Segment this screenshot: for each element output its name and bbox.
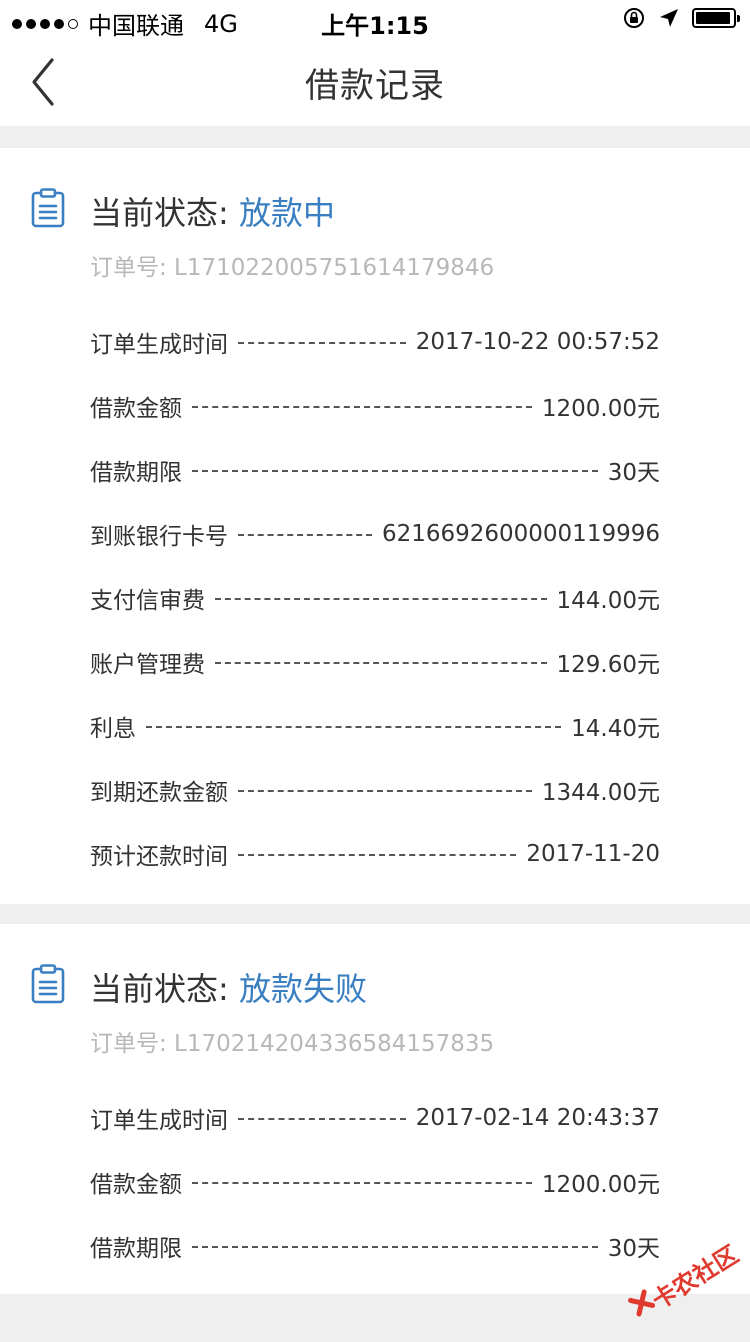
dashed-leader: [192, 1246, 598, 1248]
detail-value: 1200.00元: [541, 396, 660, 422]
detail-row-loan-term: 借款期限 30天: [90, 450, 660, 490]
detail-value: 30天: [607, 1236, 660, 1262]
detail-value: 14.40元: [571, 716, 660, 742]
detail-row-bank-card: 到账银行卡号 6216692600000119996: [90, 514, 660, 554]
current-status: 当前状态: 放款中: [90, 188, 335, 234]
status-value: 放款中: [238, 194, 335, 232]
detail-row-management-fee: 账户管理费 129.60元: [90, 642, 660, 682]
navigation-bar: 借款记录: [0, 40, 750, 126]
detail-label: 到期还款金额: [90, 780, 228, 806]
status-bar: 中国联通 4G 上午1:15: [0, 0, 750, 40]
detail-value: 6216692600000119996: [381, 521, 660, 547]
dashed-leader: [238, 342, 406, 344]
detail-label: 订单生成时间: [90, 332, 228, 358]
detail-row-loan-term: 借款期限 30天: [90, 1226, 660, 1266]
detail-value: 1344.00元: [541, 780, 660, 806]
order-number: 订单号: L171022005751614179846: [90, 255, 495, 281]
detail-row-loan-amount: 借款金额 1200.00元: [90, 386, 660, 426]
dashed-leader: [238, 534, 372, 536]
detail-value: 1200.00元: [541, 1172, 660, 1198]
dashed-leader: [215, 598, 547, 600]
status-value: 放款失败: [238, 970, 367, 1008]
detail-label: 账户管理费: [90, 652, 205, 678]
battery-icon: [692, 8, 740, 28]
detail-value: 2017-02-14 20:43:37: [415, 1105, 660, 1131]
detail-value: 2017-11-20: [526, 841, 660, 867]
loan-record-card: 当前状态: 放款中 订单号: L171022005751614179846 订单…: [0, 148, 750, 904]
detail-label: 借款金额: [90, 396, 182, 422]
status-label: 当前状态:: [90, 194, 239, 232]
detail-label: 利息: [90, 716, 136, 742]
detail-value: 2017-10-22 00:57:52: [415, 329, 660, 355]
detail-row-interest: 利息 14.40元: [90, 706, 660, 746]
dashed-leader: [238, 854, 517, 856]
detail-label: 支付信审费: [90, 588, 205, 614]
clipboard-icon: [31, 188, 65, 228]
detail-label: 借款期限: [90, 460, 182, 486]
location-arrow-icon: [660, 9, 678, 27]
detail-row-order-time: 订单生成时间 2017-10-22 00:57:52: [90, 322, 660, 362]
detail-label: 到账银行卡号: [90, 524, 228, 550]
dashed-leader: [215, 662, 547, 664]
dashed-leader: [238, 790, 532, 792]
dashed-leader: [192, 406, 532, 408]
detail-row-review-fee: 支付信审费 144.00元: [90, 578, 660, 618]
loan-record-card: 当前状态: 放款失败 订单号: L170214204336584157835 订…: [0, 924, 750, 1294]
detail-label: 订单生成时间: [90, 1108, 228, 1134]
dashed-leader: [192, 470, 598, 472]
detail-value: 30天: [607, 460, 660, 486]
detail-row-due-date: 预计还款时间 2017-11-20: [90, 834, 660, 874]
detail-row-order-time: 订单生成时间 2017-02-14 20:43:37: [90, 1098, 660, 1138]
page-title: 借款记录: [305, 66, 445, 106]
detail-label: 预计还款时间: [90, 844, 228, 870]
dashed-leader: [146, 726, 562, 728]
clipboard-icon: [31, 964, 65, 1004]
dashed-leader: [238, 1118, 406, 1120]
detail-label: 借款期限: [90, 1236, 182, 1262]
status-label: 当前状态:: [90, 970, 239, 1008]
orientation-lock-icon: [624, 8, 644, 28]
detail-label: 借款金额: [90, 1172, 182, 1198]
current-status: 当前状态: 放款失败: [90, 964, 367, 1010]
dashed-leader: [192, 1182, 532, 1184]
detail-row-loan-amount: 借款金额 1200.00元: [90, 1162, 660, 1202]
order-number: 订单号: L170214204336584157835: [90, 1031, 495, 1057]
detail-row-due-amount: 到期还款金额 1344.00元: [90, 770, 660, 810]
detail-value: 129.60元: [556, 652, 660, 678]
detail-value: 144.00元: [556, 588, 660, 614]
status-bar-right: [622, 6, 740, 30]
